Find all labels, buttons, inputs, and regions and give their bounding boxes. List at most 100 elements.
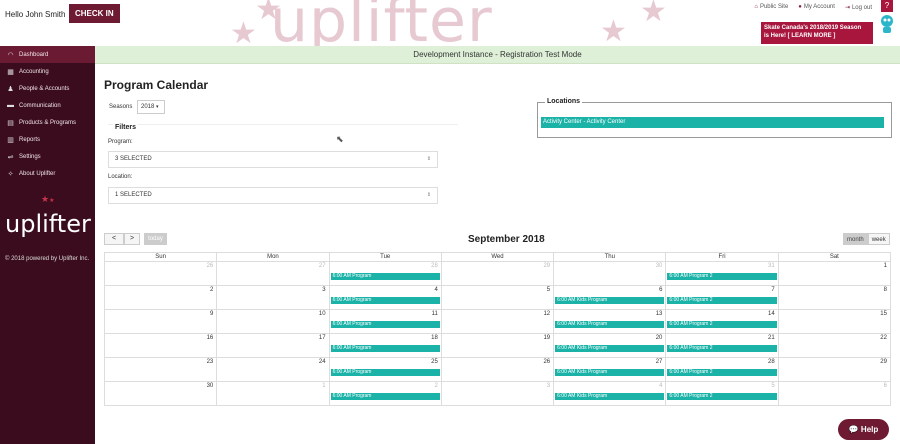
- sidebar-item-dashboard[interactable]: ◠ Dashboard: [0, 46, 95, 63]
- calendar-day-cell[interactable]: 26: [105, 262, 218, 286]
- seasons-select[interactable]: 2018 ▾: [137, 100, 165, 114]
- calendar-day-cell[interactable]: 27: [217, 262, 330, 286]
- location-item[interactable]: Activity Center - Activity Center: [541, 117, 884, 128]
- calendar-week-row: 16 17 18 6:00 AM Program 19 20 6:00 AM Kids Pr…: [104, 334, 891, 358]
- calendar-day-cell[interactable]: 8: [778, 286, 891, 310]
- calendar-event[interactable]: 6:00 AM Program: [330, 273, 440, 280]
- today-button[interactable]: today: [144, 233, 167, 245]
- sidebar-item-people-accounts[interactable]: ♟ People & Accounts: [0, 80, 95, 97]
- weekday-label: Mon: [217, 253, 330, 262]
- calendar-day-cell[interactable]: 14 6:00 AM Program 2: [666, 310, 779, 334]
- calendar-day-cell[interactable]: 18 6:00 AM Program: [329, 334, 442, 358]
- day-number: 4: [434, 287, 438, 293]
- calendar-day-cell[interactable]: 6: [778, 382, 891, 406]
- day-number: 28: [768, 359, 775, 365]
- calendar-day-cell[interactable]: 16: [105, 334, 218, 358]
- weekday-label: Wed: [441, 253, 555, 262]
- calendar-day-cell[interactable]: 19: [441, 334, 555, 358]
- calendar-event[interactable]: 6:00 AM Program 2: [667, 369, 777, 376]
- calendar-event[interactable]: 6:00 AM Program 2: [667, 321, 777, 328]
- uplifter-logo: uplifter: [5, 210, 91, 238]
- sidebar-item-accounting[interactable]: ▦ Accounting: [0, 63, 95, 80]
- calendar-day-cell[interactable]: 3: [441, 382, 555, 406]
- calendar-event[interactable]: 6:00 AM Program: [330, 345, 440, 352]
- my-account-link[interactable]: ● My Account: [798, 4, 835, 11]
- next-month-button[interactable]: >: [124, 233, 140, 245]
- calendar-event[interactable]: 6:00 AM Kids Program: [555, 369, 665, 376]
- calendar-event[interactable]: 6:00 AM Kids Program: [555, 297, 665, 304]
- calendar-day-cell[interactable]: 30: [105, 382, 218, 406]
- calendar-day-cell[interactable]: 2: [105, 286, 218, 310]
- calendar-day-cell[interactable]: 22: [778, 334, 891, 358]
- calendar-event[interactable]: 6:00 AM Program: [330, 369, 440, 376]
- month-view-button[interactable]: month: [843, 233, 868, 245]
- sidebar-nav: ◠ Dashboard ▦ Accounting ♟ People & Accounts ▬…: [0, 46, 95, 182]
- sidebar-item-label: People & Accounts: [19, 85, 70, 92]
- calendar-day-cell[interactable]: 25 6:00 AM Program: [329, 358, 442, 382]
- calendar-day-cell[interactable]: 5: [441, 286, 555, 310]
- calendar-day-cell[interactable]: 1: [217, 382, 330, 406]
- check-in-button[interactable]: CHECK IN: [69, 4, 120, 23]
- logout-link[interactable]: ⇥ Log out: [845, 4, 872, 11]
- calendar-day-cell[interactable]: 29: [441, 262, 555, 286]
- calendar-event[interactable]: 6:00 AM Program 2: [667, 297, 777, 304]
- day-number: 19: [543, 335, 551, 341]
- sidebar-item-reports[interactable]: ▥ Reports: [0, 131, 95, 148]
- calendar-event[interactable]: 6:00 AM Program 2: [667, 345, 777, 352]
- calendar-day-cell[interactable]: 1: [778, 262, 891, 286]
- calendar-day-cell[interactable]: 6 6:00 AM Kids Program: [554, 286, 667, 310]
- day-number: 6: [883, 383, 887, 389]
- day-number: 5: [546, 287, 551, 293]
- calendar-event[interactable]: 6:00 AM Program 2: [667, 273, 777, 280]
- calendar-day-cell[interactable]: 26: [441, 358, 555, 382]
- calendar-day-cell[interactable]: 17: [217, 334, 330, 358]
- calendar-day-cell[interactable]: 15: [778, 310, 891, 334]
- calendar-day-cell[interactable]: 4 6:00 AM Kids Program: [554, 382, 667, 406]
- location-select[interactable]: 1 SELECTED ⇕: [108, 187, 438, 204]
- calendar-event[interactable]: 6:00 AM Program: [330, 321, 440, 328]
- program-select[interactable]: 3 SELECTED ⇕: [108, 151, 438, 168]
- week-view-button[interactable]: week: [867, 233, 890, 245]
- calendar-day-cell[interactable]: 13 6:00 AM Kids Program: [554, 310, 667, 334]
- calendar-day-cell[interactable]: 31 6:00 AM Program 2: [666, 262, 779, 286]
- calendar-event[interactable]: 6:00 AM Kids Program: [555, 321, 665, 328]
- calendar-day-cell[interactable]: 4 6:00 AM Program: [329, 286, 442, 310]
- calendar-day-cell[interactable]: 24: [217, 358, 330, 382]
- calendar-day-cell[interactable]: 10: [217, 310, 330, 334]
- calendar-day-cell[interactable]: 11 6:00 AM Program: [329, 310, 442, 334]
- season-banner[interactable]: Skate Canada's 2018/2019 Season is Here!…: [761, 22, 873, 44]
- help-question-button[interactable]: ?: [881, 0, 893, 12]
- calendar-day-cell[interactable]: 30: [554, 262, 667, 286]
- calendar-day-cell[interactable]: 29: [778, 358, 891, 382]
- user-icon: ●: [798, 4, 802, 10]
- day-number: 1: [322, 383, 326, 389]
- prev-month-button[interactable]: <: [104, 233, 124, 245]
- calendar-event[interactable]: 6:00 AM Kids Program: [555, 345, 665, 352]
- public-site-link[interactable]: ⌂ Public Site: [754, 4, 788, 11]
- calendar-day-cell[interactable]: 28 6:00 AM Program 2: [666, 358, 779, 382]
- calendar-grid: Sun Mon Tue Wed Thu Fri Sat 26 27 28 6:00 AM Prog…: [104, 252, 891, 406]
- calendar-day-cell[interactable]: 12: [441, 310, 555, 334]
- calendar-event[interactable]: 6:00 AM Kids Program: [555, 393, 665, 400]
- sidebar-item-communication[interactable]: ▬ Communication: [0, 97, 95, 114]
- calendar-event[interactable]: 6:00 AM Program: [330, 297, 440, 304]
- people-icon: ♟: [7, 85, 14, 93]
- calendar-day-cell[interactable]: 20 6:00 AM Kids Program: [554, 334, 667, 358]
- calendar-day-cell[interactable]: 9: [105, 310, 218, 334]
- calendar-event[interactable]: 6:00 AM Program: [330, 393, 440, 400]
- sidebar-item-about-uplifter[interactable]: ✧ About Uplifter: [0, 165, 95, 182]
- calendar-day-cell[interactable]: 27 6:00 AM Kids Program: [554, 358, 667, 382]
- calendar-day-cell[interactable]: 3: [217, 286, 330, 310]
- calendar-day-cell[interactable]: 23: [105, 358, 218, 382]
- sidebar-item-settings[interactable]: ⇌ Settings: [0, 148, 95, 165]
- calendar-event[interactable]: 6:00 AM Program 2: [667, 393, 777, 400]
- calendar-day-cell[interactable]: 7 6:00 AM Program 2: [666, 286, 779, 310]
- calendar-day-cell[interactable]: 28 6:00 AM Program: [329, 262, 442, 286]
- sidebar-item-label: Reports: [19, 136, 41, 143]
- help-button[interactable]: 💬 Help: [838, 419, 889, 440]
- calendar-day-cell[interactable]: 21 6:00 AM Program 2: [666, 334, 779, 358]
- day-number: 6: [659, 287, 663, 293]
- sidebar-item-products-programs[interactable]: ▤ Products & Programs: [0, 114, 95, 131]
- calendar-day-cell[interactable]: 2 6:00 AM Program: [329, 382, 442, 406]
- calendar-day-cell[interactable]: 5 6:00 AM Program 2: [666, 382, 779, 406]
